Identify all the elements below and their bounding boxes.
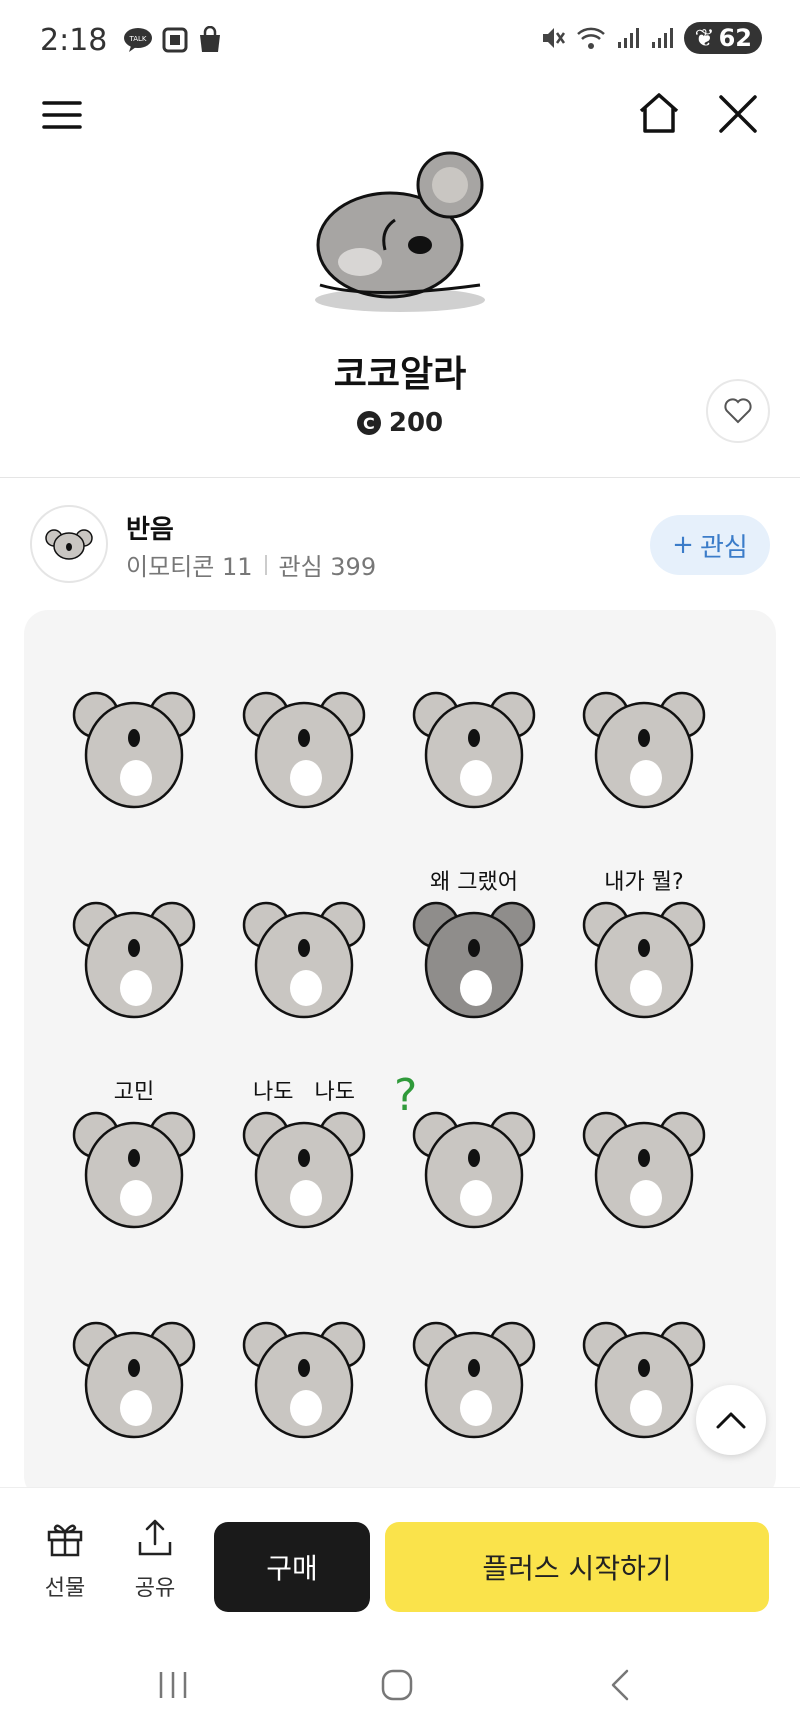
home-icon[interactable] [635, 89, 683, 137]
chevron-up-icon [716, 1412, 746, 1429]
wifi-icon [577, 27, 606, 49]
status-time: 2:18 [40, 22, 108, 58]
koala-sticker-icon [72, 1321, 196, 1439]
product-title: 코코알라 [333, 354, 467, 395]
share-label: 공유 [134, 1576, 176, 1601]
recent-apps-button[interactable] [143, 1660, 203, 1710]
price-value: 200 [388, 408, 444, 438]
gift-icon [47, 1524, 83, 1557]
koala-sticker-icon [412, 691, 536, 809]
buy-button[interactable]: 구매 [214, 1522, 370, 1612]
plus-icon: + [672, 530, 694, 560]
artist-name[interactable]: 반음 [126, 509, 174, 546]
mute-icon [543, 28, 566, 48]
koala-sticker-icon [582, 691, 706, 809]
section-divider [0, 477, 800, 478]
meta-separator [264, 554, 267, 575]
sticker-caption: ? [394, 1070, 418, 1121]
sticker-item[interactable] [224, 660, 384, 820]
status-notification-icons: TALK [123, 26, 223, 54]
shopping-bag-icon [200, 26, 221, 52]
koala-sticker-icon [72, 691, 196, 809]
sticker-item[interactable]: 왜 그랬어 [394, 870, 554, 1030]
share-icon [138, 1519, 172, 1556]
gift-button[interactable]: 선물 [30, 1518, 100, 1602]
sticker-item[interactable]: 내가 뭘? [564, 870, 724, 1030]
top-nav [0, 85, 800, 145]
koala-sticker-icon [242, 691, 366, 809]
screenshot-icon [162, 27, 188, 53]
talk-icon: TALK [124, 28, 153, 52]
home-nav-icon [381, 1669, 413, 1701]
emoticon-hero-image [315, 151, 485, 312]
koala-avatar-icon [45, 529, 93, 560]
back-icon [611, 1669, 629, 1701]
status-right-icons: ❦ 62 [540, 22, 762, 54]
artist-meta: 이모티콘 11 관심 399 [126, 547, 376, 582]
artist-avatar[interactable] [30, 505, 108, 583]
koala-sticker-icon [242, 901, 366, 1019]
artist-row: 반음 이모티콘 11 관심 399 + 관심 [30, 505, 770, 585]
sticker-item[interactable]: ? [394, 1070, 554, 1240]
sticker-item[interactable] [564, 660, 724, 820]
sticker-item[interactable] [54, 1290, 214, 1450]
sticker-caption: 고민 [113, 1080, 155, 1105]
leaf-icon: ❦ [694, 24, 715, 52]
sticker-item[interactable] [54, 660, 214, 820]
sticker-item[interactable] [224, 870, 384, 1030]
coin-icon: C [356, 411, 381, 435]
like-count: 관심 399 [278, 553, 377, 581]
favorite-button[interactable] [706, 379, 770, 443]
sticker-caption: 내가 뭘? [604, 870, 684, 895]
sticker-item[interactable]: 고민 [54, 1080, 214, 1240]
koala-sticker-icon [412, 1321, 536, 1439]
sticker-grid: 왜 그랬어 내가 뭘? 고민 나도 나도 ? [24, 610, 776, 1500]
back-button[interactable] [590, 1660, 650, 1710]
follow-button[interactable]: + 관심 [650, 515, 770, 575]
system-nav-bar [0, 1630, 800, 1734]
home-nav-button[interactable] [367, 1660, 427, 1710]
battery-level: 62 [718, 24, 752, 52]
gift-label: 선물 [44, 1576, 86, 1601]
scroll-to-top-button[interactable] [696, 1385, 766, 1455]
signal-icon-2 [652, 28, 674, 48]
menu-icon[interactable] [40, 93, 84, 137]
emoticon-count: 이모티콘 11 [126, 553, 253, 581]
sticker-caption: 나도 나도 [253, 1080, 355, 1105]
signal-icon [618, 28, 640, 48]
close-icon[interactable] [715, 91, 761, 137]
sticker-item[interactable]: 나도 나도 [224, 1080, 384, 1240]
sticker-item[interactable] [224, 1290, 384, 1450]
status-bar: 2:18 TALK ❦ 62 [0, 0, 800, 80]
follow-label: 관심 [699, 532, 748, 563]
svg-text:TALK: TALK [129, 35, 147, 43]
plus-start-button[interactable]: 플러스 시작하기 [385, 1522, 769, 1612]
sticker-item[interactable] [564, 1080, 724, 1240]
sticker-item[interactable] [394, 660, 554, 820]
koala-sticker-icon [242, 1321, 366, 1439]
bottom-action-bar: 선물 공유 구매 플러스 시작하기 [0, 1487, 800, 1627]
share-button[interactable]: 공유 [120, 1518, 190, 1602]
koala-sticker-icon [72, 901, 196, 1019]
sticker-item[interactable] [54, 870, 214, 1030]
recent-apps-icon [159, 1672, 187, 1698]
price: C 200 [0, 408, 800, 438]
koala-sticker-icon [582, 1111, 706, 1229]
sticker-item[interactable] [394, 1290, 554, 1450]
battery-indicator: ❦ 62 [684, 22, 762, 54]
sticker-caption: 왜 그랬어 [430, 870, 518, 895]
heart-icon [724, 398, 752, 424]
